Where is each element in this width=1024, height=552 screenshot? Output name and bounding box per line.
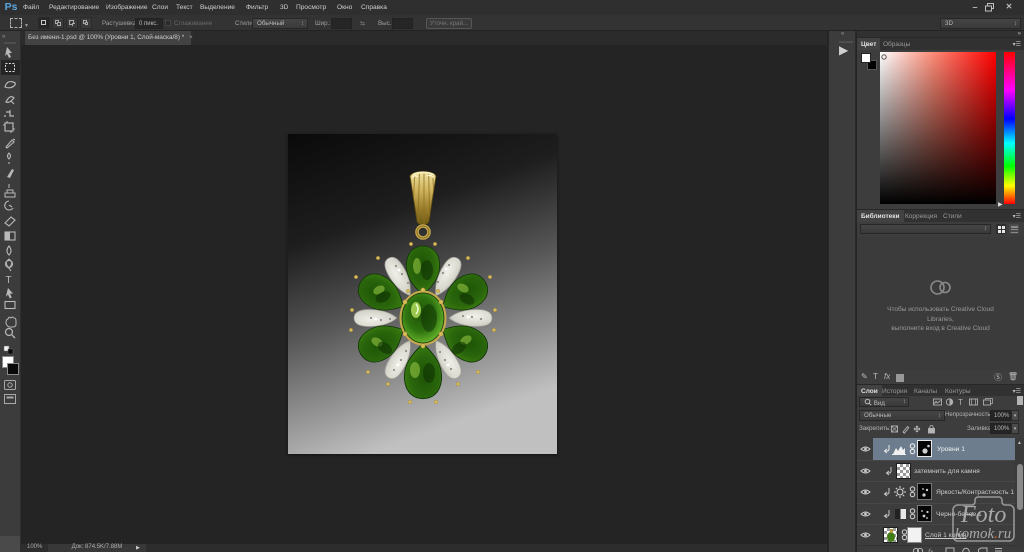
svg-text:komok.ru: komok.ru — [955, 526, 1011, 542]
svg-text:fx: fx — [928, 548, 934, 552]
svg-text:»: » — [2, 34, 6, 40]
svg-text:T: T — [6, 275, 12, 286]
svg-text:Foto: Foto — [960, 502, 1006, 528]
svg-text:T: T — [958, 398, 963, 407]
